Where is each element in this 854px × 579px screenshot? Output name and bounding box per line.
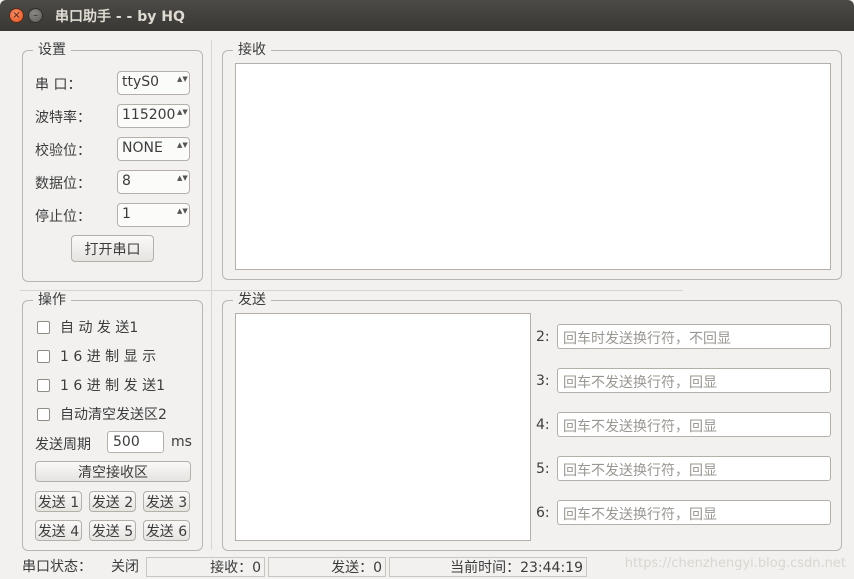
send-input-3[interactable]: 回车不发送换行符，回显 xyxy=(557,368,831,393)
close-window-button[interactable]: × xyxy=(9,8,24,23)
tx-count: 发送：0 xyxy=(268,557,386,577)
rx-count: 接收：0 xyxy=(146,557,265,577)
watermark: https://chenzhengyi.blog.csdn.net xyxy=(624,556,846,571)
send-row-label-5: 5: xyxy=(536,461,550,477)
auto-clear-checkbox[interactable]: 自动清空发送区2 xyxy=(37,404,167,424)
period-unit: ms xyxy=(171,434,192,450)
databits-select[interactable]: 8 ▲▼ xyxy=(117,170,190,194)
send-input-6[interactable]: 回车不发送换行符，回显 xyxy=(557,500,831,525)
send-group: 发送 2: 回车时发送换行符，不回显 3: 回车不发送换行符，回显 4: 回车不… xyxy=(222,291,842,551)
auto-clear-label: 自动清空发送区2 xyxy=(60,407,167,423)
receive-group-title: 接收 xyxy=(233,41,271,59)
send-6-button[interactable]: 发送 6 xyxy=(143,520,190,541)
parity-label: 校验位： xyxy=(35,143,91,159)
current-time: 当前时间：23:44:19 xyxy=(389,557,587,577)
send-row-label-4: 4: xyxy=(536,417,550,433)
send-textarea[interactable] xyxy=(235,313,531,541)
receive-group: 接收 xyxy=(222,41,842,280)
port-status-label: 串口状态： xyxy=(22,559,92,575)
spin-arrows-icon: ▲▼ xyxy=(177,108,188,116)
databits-value: 8 xyxy=(122,173,131,189)
checkbox-icon xyxy=(37,378,50,392)
parity-select[interactable]: NONE ▲▼ xyxy=(117,137,190,161)
parity-value: NONE xyxy=(122,140,163,156)
operation-group-title: 操作 xyxy=(33,291,71,309)
checkbox-icon xyxy=(37,349,50,363)
auto-send-checkbox[interactable]: 自 动 发 送1 xyxy=(37,317,138,337)
send-input-5[interactable]: 回车不发送换行符，回显 xyxy=(557,456,831,481)
hex-send-checkbox[interactable]: 1 6 进 制 发 送1 xyxy=(37,375,165,395)
receive-textarea[interactable] xyxy=(235,63,831,270)
settings-group: 设置 串 口： ttyS0 ▲▼ 波特率： 115200 ▲▼ 校验位： NON… xyxy=(22,41,203,282)
stopbits-label: 停止位： xyxy=(35,209,91,225)
close-icon: × xyxy=(12,9,21,21)
send-row-label-2: 2: xyxy=(536,329,550,345)
send-input-4[interactable]: 回车不发送换行符，回显 xyxy=(557,412,831,437)
port-select[interactable]: ttyS0 ▲▼ xyxy=(117,71,190,95)
auto-send-label: 自 动 发 送1 xyxy=(60,320,139,336)
period-input[interactable]: 500 xyxy=(107,431,164,453)
stopbits-select[interactable]: 1 ▲▼ xyxy=(117,203,190,227)
minimize-window-button[interactable]: – xyxy=(28,8,43,23)
operation-group: 操作 自 动 发 送1 1 6 进 制 显 示 1 6 进 制 发 送1 自动清… xyxy=(22,291,203,551)
send-5-button[interactable]: 发送 5 xyxy=(89,520,136,541)
spin-arrows-icon: ▲▼ xyxy=(177,141,188,149)
port-label: 串 口： xyxy=(35,77,82,93)
stopbits-value: 1 xyxy=(122,206,131,222)
spin-arrows-icon: ▲▼ xyxy=(177,174,188,182)
send-row-label-6: 6: xyxy=(536,505,550,521)
baud-select[interactable]: 115200 ▲▼ xyxy=(117,104,190,128)
vertical-divider xyxy=(211,40,212,550)
send-group-title: 发送 xyxy=(233,291,271,309)
hex-display-label: 1 6 进 制 显 示 xyxy=(60,349,157,365)
settings-group-title: 设置 xyxy=(33,41,71,59)
horizontal-divider xyxy=(20,290,683,291)
period-label: 发送周期 xyxy=(35,437,91,453)
baud-label: 波特率： xyxy=(35,110,91,126)
window-title: 串口助手 - - by HQ xyxy=(55,9,185,25)
checkbox-icon xyxy=(37,320,50,334)
spin-arrows-icon: ▲▼ xyxy=(177,207,188,215)
checkbox-icon xyxy=(37,407,50,421)
hex-send-label: 1 6 进 制 发 送1 xyxy=(60,378,165,394)
hex-display-checkbox[interactable]: 1 6 进 制 显 示 xyxy=(37,346,156,366)
port-status-value: 关闭 xyxy=(111,559,139,575)
send-1-button[interactable]: 发送 1 xyxy=(35,491,82,512)
port-value: ttyS0 xyxy=(122,74,160,90)
open-port-button[interactable]: 打开串口 xyxy=(71,235,154,262)
minimize-icon: – xyxy=(33,9,38,21)
clear-receive-button[interactable]: 清空接收区 xyxy=(35,461,191,482)
baud-value: 115200 xyxy=(122,107,176,123)
send-4-button[interactable]: 发送 4 xyxy=(35,520,82,541)
send-2-button[interactable]: 发送 2 xyxy=(89,491,136,512)
send-3-button[interactable]: 发送 3 xyxy=(143,491,190,512)
spin-arrows-icon: ▲▼ xyxy=(177,75,188,83)
databits-label: 数据位： xyxy=(35,176,91,192)
send-input-2[interactable]: 回车时发送换行符，不回显 xyxy=(557,324,831,349)
send-row-label-3: 3: xyxy=(536,373,550,389)
title-bar: × – 串口助手 - - by HQ xyxy=(0,0,854,31)
